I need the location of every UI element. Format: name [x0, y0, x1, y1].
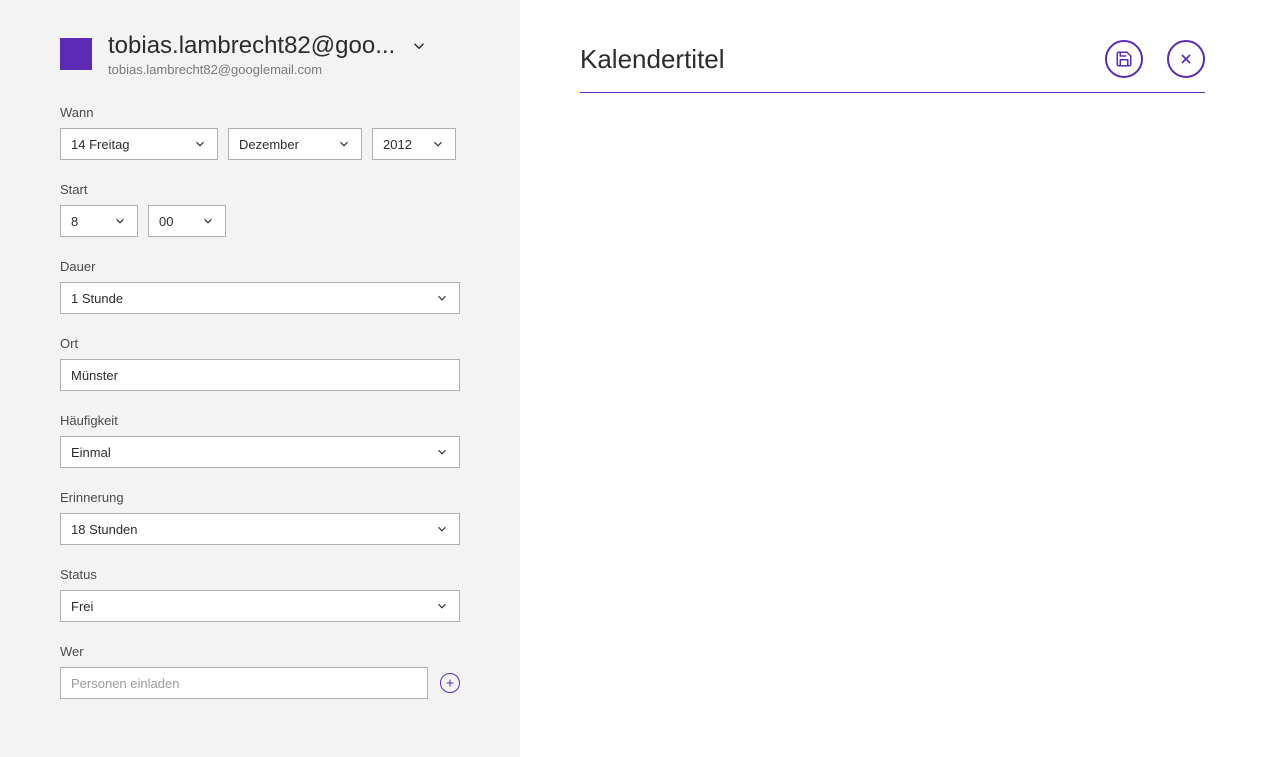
add-person-button[interactable]: [440, 673, 460, 693]
account-header: tobias.lambrecht82@goo... tobias.lambrec…: [60, 32, 460, 77]
label-who: Wer: [60, 644, 460, 659]
minute-select[interactable]: 00: [148, 205, 226, 237]
hour-value: 8: [71, 214, 78, 229]
month-select[interactable]: Dezember: [228, 128, 362, 160]
month-value: Dezember: [239, 137, 299, 152]
close-icon: [1178, 51, 1194, 67]
day-select[interactable]: 14 Freitag: [60, 128, 218, 160]
label-reminder: Erinnerung: [60, 490, 460, 505]
event-title-field[interactable]: Kalendertitel: [580, 44, 725, 75]
title-underline: [580, 92, 1205, 93]
label-frequency: Häufigkeit: [60, 413, 460, 428]
label-when: Wann: [60, 105, 460, 120]
hour-select[interactable]: 8: [60, 205, 138, 237]
label-duration: Dauer: [60, 259, 460, 274]
invite-input[interactable]: [60, 667, 428, 699]
location-input[interactable]: [60, 359, 460, 391]
status-value: Frei: [71, 599, 93, 614]
save-icon: [1115, 50, 1133, 68]
year-select[interactable]: 2012: [372, 128, 456, 160]
year-value: 2012: [383, 137, 412, 152]
label-location: Ort: [60, 336, 460, 351]
event-content-panel: Kalendertitel: [520, 0, 1265, 757]
day-value: 14 Freitag: [71, 137, 130, 152]
minute-value: 00: [159, 214, 173, 229]
frequency-value: Einmal: [71, 445, 111, 460]
label-start: Start: [60, 182, 460, 197]
account-display-name: tobias.lambrecht82@goo...: [108, 32, 395, 60]
plus-icon: [444, 677, 456, 689]
cancel-button[interactable]: [1167, 40, 1205, 78]
reminder-value: 18 Stunden: [71, 522, 138, 537]
account-email: tobias.lambrecht82@googlemail.com: [108, 62, 460, 77]
label-status: Status: [60, 567, 460, 582]
duration-value: 1 Stunde: [71, 291, 123, 306]
save-button[interactable]: [1105, 40, 1143, 78]
reminder-select[interactable]: 18 Stunden: [60, 513, 460, 545]
calendar-color-swatch: [60, 38, 92, 70]
status-select[interactable]: Frei: [60, 590, 460, 622]
frequency-select[interactable]: Einmal: [60, 436, 460, 468]
duration-select[interactable]: 1 Stunde: [60, 282, 460, 314]
account-chevron-icon[interactable]: [410, 37, 428, 55]
event-form-panel: tobias.lambrecht82@goo... tobias.lambrec…: [0, 0, 520, 757]
